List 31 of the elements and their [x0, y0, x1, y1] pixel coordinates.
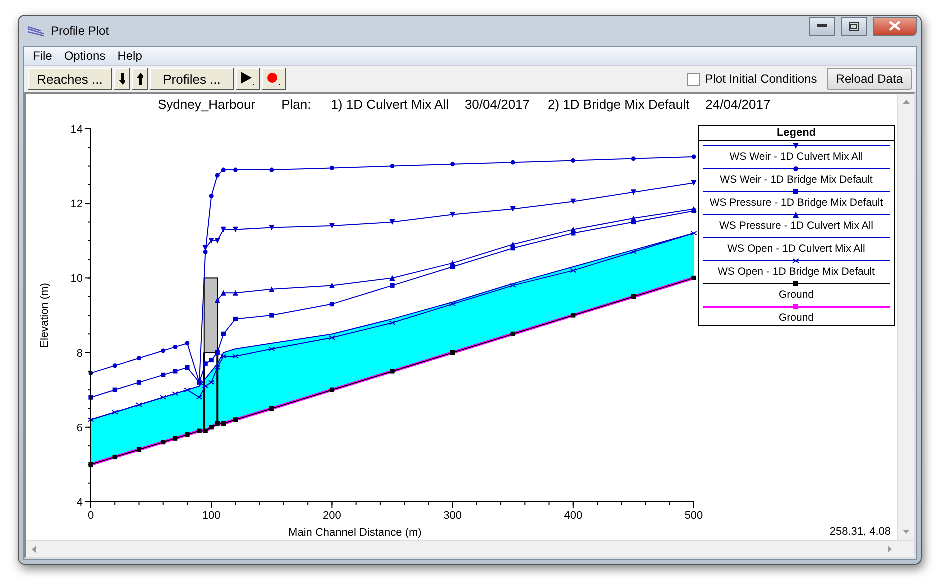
- y-tick-label: 8: [76, 348, 83, 360]
- legend-title: Legend: [699, 126, 894, 141]
- legend-label: WS Pressure - 1D Bridge Mix Default: [710, 196, 884, 210]
- x-tick-label: 0: [88, 510, 94, 522]
- y-axis-title: Elevation (m): [39, 282, 51, 348]
- y-tick-label: 4: [76, 496, 83, 509]
- plot-header-text: 30/04/2017: [464, 97, 530, 112]
- y-tick-label: 6: [76, 422, 83, 434]
- legend-label: WS Open - 1D Bridge Mix Default: [718, 265, 875, 279]
- plot-header-text: Plan:: [282, 97, 312, 112]
- x-tick-label: 200: [323, 510, 342, 522]
- x-axis-title: Main Channel Distance (m): [288, 526, 422, 539]
- legend-label: WS Weir - 1D Bridge Mix Default: [720, 173, 873, 187]
- x-tick-label: 300: [444, 510, 462, 522]
- legend-label: WS Open - 1D Culvert Mix All: [728, 242, 866, 256]
- plot-header-text: 1) 1D Culvert Mix All: [331, 97, 449, 112]
- y-tick-label: 14: [70, 124, 83, 136]
- legend-label: Ground: [778, 311, 814, 325]
- y-tick-label: 10: [70, 273, 83, 285]
- x-tick-label: 100: [202, 510, 221, 522]
- legend-label: WS Pressure - 1D Culvert Mix All: [719, 219, 874, 233]
- x-tick-label: 400: [564, 510, 583, 522]
- window-title: Profile Plot: [51, 24, 110, 38]
- plot-header-text: 24/04/2017: [706, 97, 771, 112]
- legend-label: WS Weir - 1D Culvert Mix All: [730, 150, 864, 164]
- legend-label: Ground: [778, 288, 814, 302]
- y-tick-label: 12: [70, 198, 83, 210]
- plot-header-text: 2) 1D Bridge Mix Default: [548, 97, 690, 112]
- cursor-coordinates: 258.31, 4.08: [830, 526, 891, 538]
- x-tick-label: 500: [684, 510, 704, 522]
- plot-header-text: Sydney_Harbour: [158, 97, 256, 112]
